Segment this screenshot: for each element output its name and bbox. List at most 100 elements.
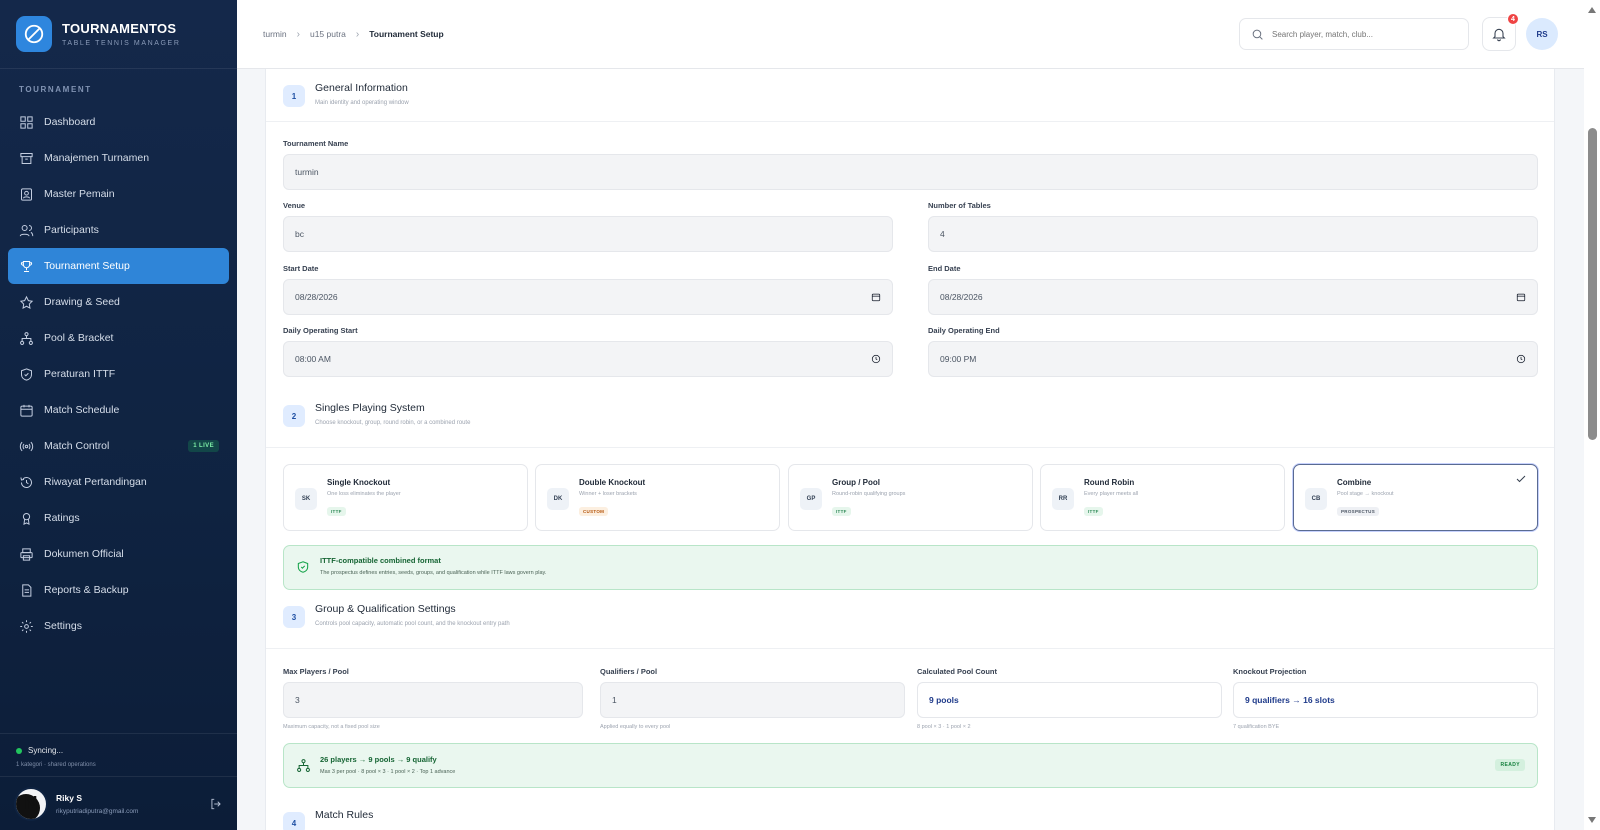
- sidebar-item-riwayat-pertandingan[interactable]: Riwayat Pertandingan: [8, 464, 229, 500]
- clock-icon[interactable]: [871, 354, 881, 364]
- sidebar-item-tournament-setup[interactable]: Tournament Setup: [8, 248, 229, 284]
- sync-text: Syncing...: [28, 746, 64, 755]
- sidebar-item-drawing-seed[interactable]: Drawing & Seed: [8, 284, 229, 320]
- sidebar-item-match-schedule[interactable]: Match Schedule: [8, 392, 229, 428]
- avatar[interactable]: N: [14, 786, 48, 821]
- sidebar-item-settings[interactable]: Settings: [8, 608, 229, 644]
- search-input[interactable]: [1272, 29, 1442, 39]
- sidebar-item-participants[interactable]: Participants: [8, 212, 229, 248]
- app-name: TOURNAMENTOS: [62, 21, 177, 36]
- option-tag: PROSPECTUS: [1337, 507, 1380, 516]
- option-tag: CUSTOM: [579, 507, 609, 516]
- option-code: DK: [547, 488, 569, 510]
- op-end-field[interactable]: 09:00 PM: [928, 341, 1538, 377]
- scroll-down-icon[interactable]: [1588, 817, 1596, 823]
- notification-count: 4: [1507, 13, 1519, 25]
- sidebar-item-match-control[interactable]: Match Control 1 LIVE: [8, 428, 229, 464]
- qualification-summary: 26 players → 9 pools → 9 qualify Max 3 p…: [283, 743, 1538, 788]
- option-tag: ITTF: [832, 507, 851, 516]
- sidebar-item-pool-bracket[interactable]: Pool & Bracket: [8, 320, 229, 356]
- sidebar-item-label: Settings: [44, 620, 82, 632]
- end-date-field[interactable]: 08/28/2026: [928, 279, 1538, 315]
- avatar[interactable]: RS: [1526, 18, 1558, 50]
- section-subtitle: Controls pool capacity, automatic pool c…: [315, 621, 510, 627]
- sidebar-item-label: Reports & Backup: [44, 584, 129, 596]
- check-icon: [1516, 475, 1526, 483]
- section-title: General Information: [315, 82, 408, 94]
- breadcrumb-current: Tournament Setup: [369, 29, 444, 39]
- users-icon: [19, 224, 34, 236]
- qualifiers-field[interactable]: 1: [600, 682, 905, 718]
- scroll-thumb[interactable]: [1588, 128, 1597, 440]
- tournament-name-field[interactable]: turmin: [283, 154, 1538, 190]
- scroll-up-icon[interactable]: [1588, 7, 1596, 13]
- app-subtitle: TABLE TENNIS MANAGER: [62, 40, 181, 47]
- max-players-hint: Maximum capacity, not a fixed pool size: [283, 724, 380, 730]
- sidebar-item-peraturan-ittf[interactable]: Peraturan ITTF: [8, 356, 229, 392]
- option-desc: Pool stage → knockout: [1337, 491, 1394, 497]
- bracket-icon: [297, 759, 310, 772]
- combined-format-note: ITTF-compatible combined format The pros…: [283, 545, 1538, 590]
- breadcrumb: turmin › u15 putra › Tournament Setup: [237, 29, 1239, 40]
- max-players-label: Max Players / Pool: [283, 667, 349, 676]
- knockout-projection-hint: 7 qualification BYE: [1233, 724, 1280, 730]
- section-subtitle: Choose knockout, group, round robin, or …: [315, 420, 471, 426]
- sidebar-item-dokumen-official[interactable]: Dokumen Official: [8, 536, 229, 572]
- shield-check-icon: [297, 561, 309, 573]
- search-box[interactable]: [1239, 18, 1469, 50]
- sidebar-item-manajemen-turnamen[interactable]: Manajemen Turnamen: [8, 140, 229, 176]
- venue-field[interactable]: bc: [283, 216, 893, 252]
- scrollbar[interactable]: [1584, 0, 1600, 830]
- sidebar-item-label: Match Schedule: [44, 404, 120, 416]
- pool-count-hint: 8 pool × 3 · 1 pool × 2: [917, 724, 971, 730]
- sidebar-item-ratings[interactable]: Ratings: [8, 500, 229, 536]
- status-dot: [16, 747, 22, 754]
- sidebar-item-label: Tournament Setup: [44, 260, 130, 272]
- breadcrumb-item[interactable]: u15 putra: [310, 29, 346, 39]
- section-title: Group & Qualification Settings: [315, 603, 456, 615]
- bracket-icon: [20, 331, 33, 345]
- star-icon: [19, 295, 34, 309]
- system-option-combine[interactable]: CB Combine Pool stage → knockout PROSPEC…: [1293, 464, 1538, 531]
- option-tag: ITTF: [1084, 507, 1103, 516]
- sidebar-item-label: Ratings: [44, 512, 80, 524]
- system-option-single-knockout[interactable]: SK Single Knockout One loss eliminates t…: [283, 464, 528, 531]
- sidebar-item-reports-backup[interactable]: Reports & Backup: [8, 572, 229, 608]
- report-icon: [22, 583, 32, 597]
- calendar-icon: [20, 404, 33, 417]
- sidebar-item-label: Drawing & Seed: [44, 296, 120, 308]
- notifications-button[interactable]: 4: [1482, 13, 1519, 51]
- sidebar-item-master-pemain[interactable]: Master Pemain: [8, 176, 229, 212]
- sidebar-item-label: Manajemen Turnamen: [44, 152, 150, 164]
- knockout-projection-label: Knockout Projection: [1233, 667, 1307, 676]
- app-logo-icon: [16, 16, 52, 52]
- brand: TOURNAMENTOS TABLE TENNIS MANAGER: [0, 0, 237, 69]
- system-option-round-robin[interactable]: RR Round Robin Every player meets all IT…: [1040, 464, 1285, 531]
- op-start-field[interactable]: 08:00 AM: [283, 341, 893, 377]
- topbar: turmin › u15 putra › Tournament Setup 4 …: [237, 0, 1584, 69]
- clock-icon[interactable]: [1516, 354, 1526, 364]
- breadcrumb-item[interactable]: turmin: [263, 29, 287, 39]
- option-title: Double Knockout: [579, 478, 646, 487]
- option-code: GP: [800, 488, 822, 510]
- tables-field[interactable]: 4: [928, 216, 1538, 252]
- calendar-icon[interactable]: [871, 292, 881, 302]
- system-option-double-knockout[interactable]: DK Double Knockout Winner + loser bracke…: [535, 464, 780, 531]
- summary-subtitle: Max 3 per pool · 8 pool × 3 · 1 pool × 2…: [320, 769, 456, 775]
- option-code: SK: [295, 488, 317, 510]
- start-date-field[interactable]: 08/28/2026: [283, 279, 893, 315]
- medal-icon: [22, 512, 31, 525]
- max-players-field[interactable]: 3: [283, 682, 583, 718]
- user-profile: N Riky S rikyputriadiputra@gmail.com: [0, 776, 237, 830]
- section-title: Singles Playing System: [315, 402, 425, 414]
- system-option-group-pool[interactable]: GP Group / Pool Round-robin qualifying g…: [788, 464, 1033, 531]
- option-tag: ITTF: [327, 507, 346, 516]
- status-badge: READY: [1495, 759, 1525, 771]
- trophy-icon: [20, 260, 33, 272]
- user-name: Riky S: [56, 792, 82, 803]
- calendar-icon[interactable]: [1516, 292, 1526, 302]
- logout-icon[interactable]: [209, 797, 223, 811]
- sidebar-item-dashboard[interactable]: Dashboard: [8, 104, 229, 140]
- section-title: Match Rules: [315, 809, 374, 821]
- sync-status: Syncing... 1 kategori · shared operation…: [0, 733, 237, 775]
